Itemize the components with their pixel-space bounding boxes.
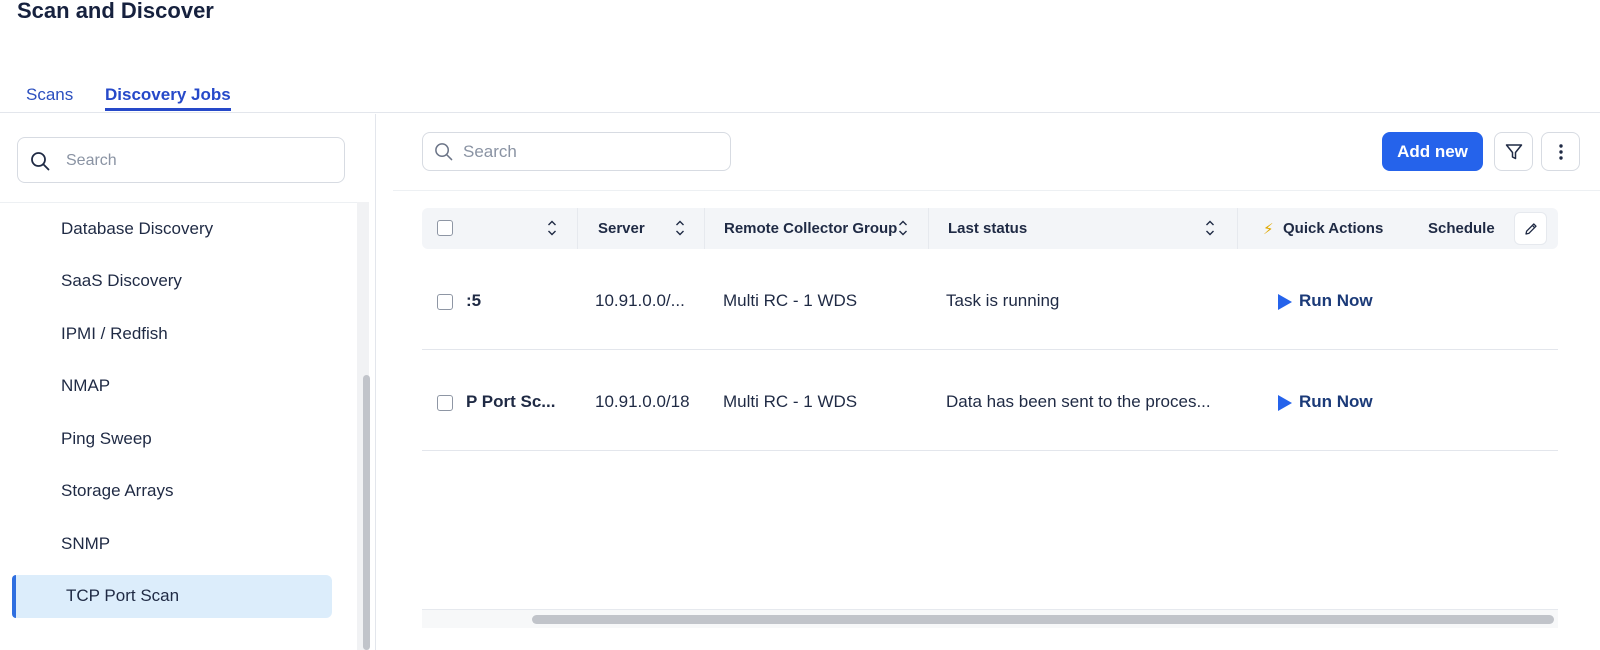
last-status-cell: Data has been sent to the proces... [946,392,1211,411]
page-title: Scan and Discover [17,0,214,23]
sidebar-search-input[interactable] [66,149,326,173]
tab-scans[interactable]: Scans [26,85,73,105]
sidebar-scrollbar-thumb[interactable] [363,375,370,650]
jobs-search [422,132,731,171]
sidebar-item-nmap[interactable]: NMAP [12,365,332,408]
sidebar-item-label: TCP Port Scan [66,586,180,605]
remote-collector-group-cell: Multi RC - 1 WDS [723,392,858,411]
sidebar-item-label: SaaS Discovery [61,271,182,290]
play-icon [1278,294,1292,310]
column-label: Quick Actions [1283,220,1384,237]
sidebar-item-ping-sweep[interactable]: Ping Sweep [12,418,332,461]
sidebar-item-label: SNMP [61,534,111,553]
sidebar-list: Database Discovery SaaS Discovery IPMI /… [0,202,362,650]
jobs-search-input[interactable] [463,141,713,163]
select-all-checkbox[interactable] [437,220,453,236]
sidebar-item-label: IPMI / Redfish [61,324,168,343]
sort-icon[interactable] [1205,219,1215,237]
lightning-icon: ⚡ [1263,221,1274,238]
play-icon [1278,395,1292,411]
row-checkbox[interactable] [437,395,453,411]
tab-discovery-jobs[interactable]: Discovery Jobs [105,85,231,111]
table-horizontal-scrollbar[interactable] [422,609,1558,628]
server-cell: 10.91.0.0/... [595,291,685,310]
column-header-quick-actions: ⚡ Quick Actions [1238,208,1408,249]
column-header-remote-collector-group[interactable]: Remote Collector Group [705,208,929,249]
sort-icon[interactable] [898,219,908,237]
table-row[interactable]: P Port Sc... 10.91.0.0/18 Multi RC - 1 W… [422,350,1558,451]
column-label: Server [598,220,645,237]
sidebar-item-tcp-port-scan[interactable]: TCP Port Scan [12,575,332,618]
toolbar-divider [393,190,1600,191]
sidebar-search [17,137,345,183]
sidebar-item-database-discovery[interactable]: Database Discovery [12,208,332,251]
sidebar-item-storage-arrays[interactable]: Storage Arrays [12,470,332,513]
sidebar-item-ipmi-redfish[interactable]: IPMI / Redfish [12,313,332,356]
sidebar-item-saas-discovery[interactable]: SaaS Discovery [12,260,332,303]
column-label: Schedule [1428,220,1495,237]
tab-bar: Scans Discovery Jobs [0,80,1600,113]
table-scrollbar-thumb[interactable] [532,615,1554,624]
pencil-icon [1525,223,1537,235]
column-label: Remote Collector Group [724,220,898,237]
run-now-label: Run Now [1299,291,1373,310]
run-now-label: Run Now [1299,392,1373,411]
search-icon [435,143,453,161]
job-name[interactable]: :5 [466,291,566,311]
sidebar-item-label: Database Discovery [61,219,214,238]
sidebar-item-label: Storage Arrays [61,481,174,500]
sort-icon[interactable] [675,219,685,237]
column-header-name[interactable] [422,208,578,249]
column-label: Last status [948,220,1028,237]
sidebar-item-label: NMAP [61,376,111,395]
table-row[interactable]: :5 10.91.0.0/... Multi RC - 1 WDS Task i… [422,249,1558,350]
sidebar-item-snmp[interactable]: SNMP [12,523,332,566]
sidebar: Database Discovery SaaS Discovery IPMI /… [0,114,376,650]
filter-button[interactable] [1494,132,1533,171]
main-panel: Add new Server [393,114,1600,650]
edit-columns-button[interactable] [1514,212,1547,245]
table-header: Server Remote Collector Group Last statu… [422,208,1558,249]
filter-icon [1505,144,1523,160]
add-new-button[interactable]: Add new [1382,132,1483,171]
server-cell: 10.91.0.0/18 [595,392,690,411]
sidebar-item-label: Ping Sweep [61,429,152,448]
more-options-button[interactable] [1541,132,1580,171]
last-status-cell: Task is running [946,291,1060,310]
column-header-server[interactable]: Server [578,208,705,249]
row-checkbox[interactable] [437,294,453,310]
sort-icon[interactable] [547,219,557,237]
column-header-last-status[interactable]: Last status [929,208,1238,249]
job-name[interactable]: P Port Sc... [466,392,576,412]
more-vertical-icon [1559,144,1563,160]
remote-collector-group-cell: Multi RC - 1 WDS [723,291,858,310]
search-icon [31,152,50,171]
